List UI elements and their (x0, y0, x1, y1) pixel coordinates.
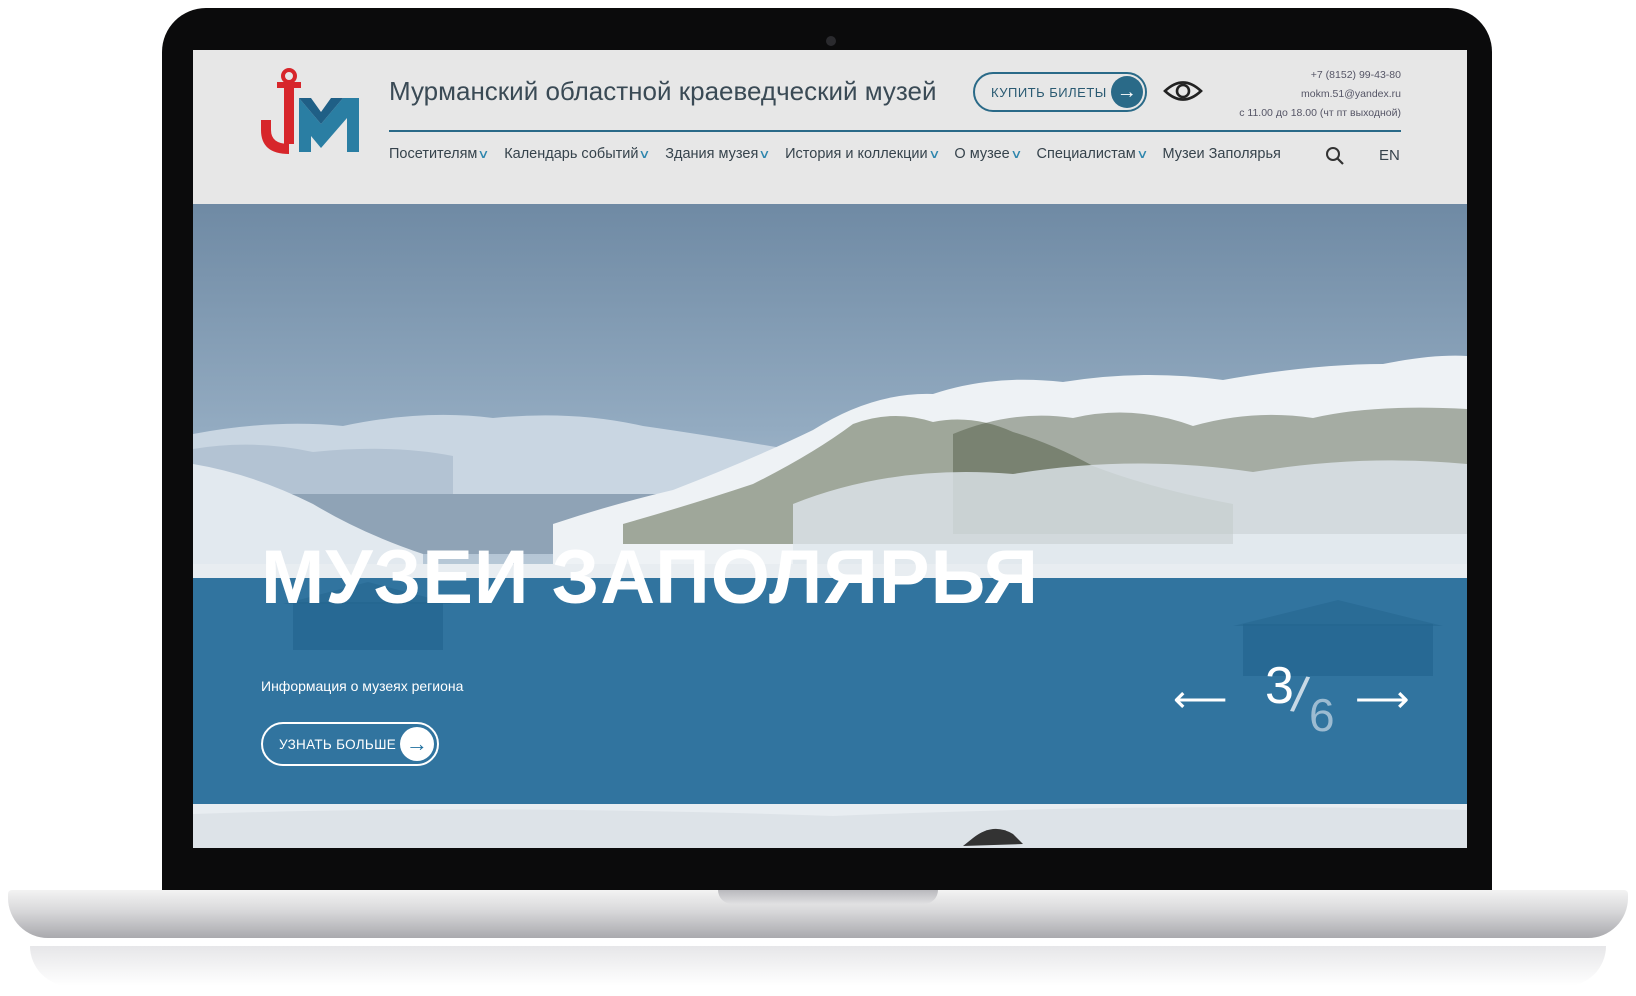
eye-icon[interactable] (1163, 76, 1203, 106)
nav-item-label: Музеи Заполярья (1162, 146, 1281, 162)
language-switch[interactable]: EN (1379, 147, 1400, 164)
learn-more-label: УЗНАТЬ БОЛЬШЕ (279, 736, 397, 752)
chevron-down-icon: ∨ (927, 147, 941, 161)
arrow-right-icon[interactable]: ⟶ (1355, 680, 1409, 720)
camera-dot (826, 36, 836, 46)
nav-item-label: Посетителям (389, 146, 478, 162)
nav-item-visitors[interactable]: Посетителям ∨ (389, 146, 490, 162)
header-divider (389, 130, 1401, 132)
slide-current: 3 (1265, 657, 1294, 715)
arrow-right-circle-icon: → (400, 727, 434, 761)
chevron-down-icon: ∨ (477, 147, 490, 161)
contact-email[interactable]: mokm.51@yandex.ru (1239, 85, 1401, 104)
site-header: Мурманский областной краеведческий музей… (193, 50, 1467, 204)
contact-phone[interactable]: +7 (8152) 99-43-80 (1239, 66, 1401, 85)
chevron-down-icon: ∨ (1135, 147, 1149, 161)
nav-item-label: О музее (954, 146, 1010, 162)
nav-item-arctic-museums[interactable]: Музеи Заполярья (1163, 146, 1281, 162)
hero-title: МУЗЕИ ЗАПОЛЯРЬЯ (261, 535, 1039, 620)
nav-item-label: История и коллекции (785, 146, 928, 162)
chevron-down-icon: ∨ (1009, 147, 1023, 161)
arrow-left-icon[interactable]: ⟵ (1173, 680, 1227, 720)
slide-total: 6 (1309, 689, 1335, 741)
arrow-right-circle-icon: → (1111, 76, 1143, 108)
nav-item-buildings[interactable]: Здания музея ∨ (665, 146, 771, 162)
search-icon[interactable] (1325, 146, 1345, 166)
museum-anchor-logo[interactable] (259, 68, 361, 160)
hero-subtitle: Информация о музеях региона (261, 678, 464, 694)
nav-item-events-calendar[interactable]: Календарь событий ∨ (504, 146, 652, 162)
browser-screen: Мурманский областной краеведческий музей… (193, 50, 1467, 848)
chevron-down-icon: ∨ (638, 147, 652, 161)
nav-item-label: Календарь событий (504, 146, 639, 162)
laptop-reflection (30, 946, 1606, 986)
nav-item-history-collections[interactable]: История и коллекции ∨ (785, 146, 941, 162)
chevron-down-icon: ∨ (758, 147, 771, 161)
learn-more-button[interactable]: УЗНАТЬ БОЛЬШЕ → (261, 722, 439, 766)
contact-info: +7 (8152) 99-43-80 mokm.51@yandex.ru с 1… (1239, 66, 1401, 123)
contact-hours: с 11.00 до 18.00 (чт пт выходной) (1239, 107, 1401, 119)
nav-item-about[interactable]: О музее ∨ (954, 146, 1023, 162)
buy-tickets-button[interactable]: КУПИТЬ БИЛЕТЫ → (973, 72, 1147, 112)
buy-tickets-label: КУПИТЬ БИЛЕТЫ (991, 84, 1107, 100)
nav-item-specialists[interactable]: Специалистам ∨ (1036, 146, 1149, 162)
hero-slider: МУЗЕИ ЗАПОЛЯРЬЯ Информация о музеях реги… (193, 204, 1467, 848)
site-title[interactable]: Мурманский областной краеведческий музей (389, 76, 937, 107)
nav-item-label: Специалистам (1036, 146, 1136, 162)
laptop-notch (718, 890, 938, 904)
nav-item-label: Здания музея (665, 146, 759, 162)
main-nav: Посетителям ∨ Календарь событий ∨ Здания… (389, 146, 1281, 162)
